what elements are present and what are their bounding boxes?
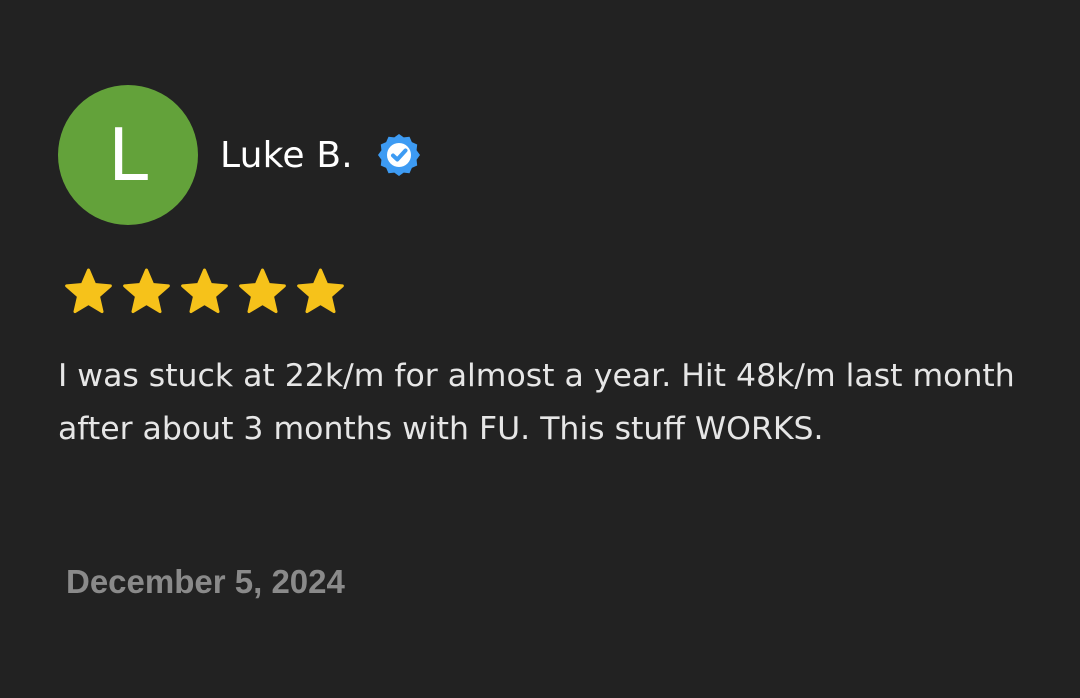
review-text: I was stuck at 22k/m for almost a year. … bbox=[58, 358, 1015, 447]
star-icon bbox=[181, 268, 228, 315]
review-card: L Luke B. I was stuck at 22k/m for almos… bbox=[0, 0, 1080, 698]
star-icon bbox=[123, 268, 170, 315]
verified-badge-icon bbox=[377, 133, 421, 177]
star-icon bbox=[65, 268, 112, 315]
avatar: L bbox=[58, 85, 198, 225]
reviewer-name: Luke B. bbox=[220, 134, 353, 176]
star-rating bbox=[65, 268, 344, 315]
review-date: December 5, 2024 bbox=[66, 563, 345, 600]
reviewer-header: Luke B. bbox=[220, 130, 421, 180]
avatar-letter: L bbox=[107, 113, 149, 197]
star-icon bbox=[297, 268, 344, 315]
star-icon bbox=[239, 268, 286, 315]
